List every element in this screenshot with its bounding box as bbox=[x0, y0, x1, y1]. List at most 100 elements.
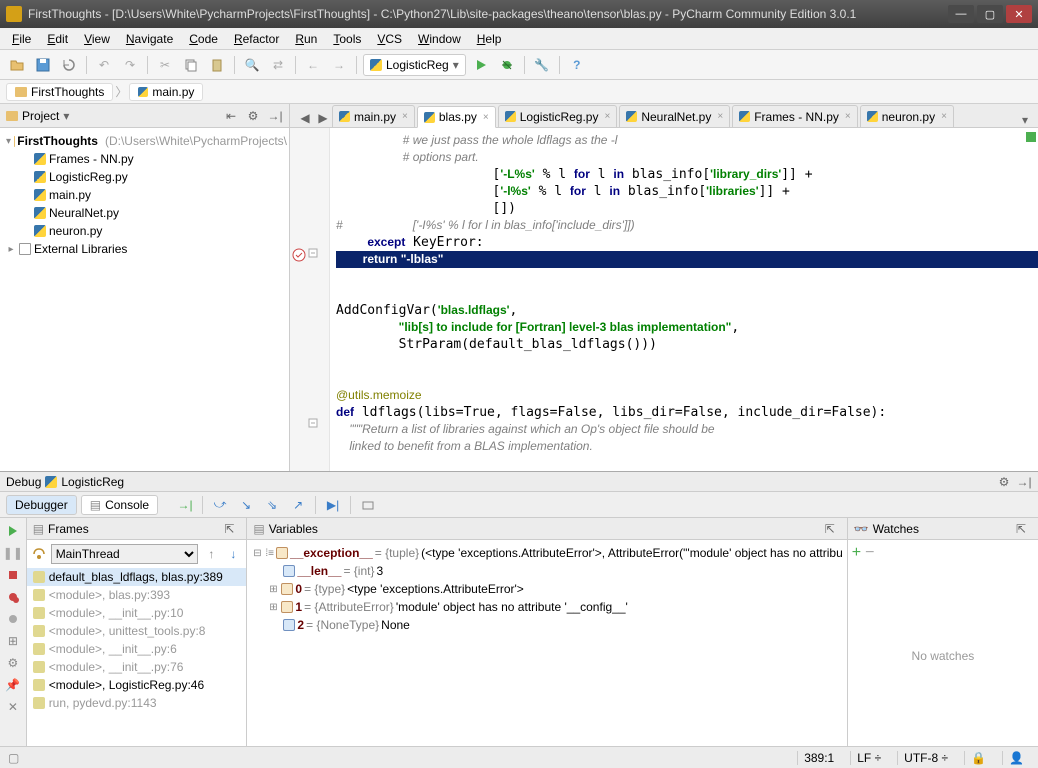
resume-icon[interactable] bbox=[4, 522, 22, 540]
frame-row[interactable]: <module>, __init__.py:76 bbox=[27, 658, 247, 676]
frame-list[interactable]: default_blas_ldflags, blas.py:389 <modul… bbox=[27, 568, 247, 746]
close-tab-icon[interactable]: × bbox=[483, 112, 489, 123]
tree-file[interactable]: neuron.py bbox=[2, 222, 287, 240]
step-out-icon[interactable]: ↗ bbox=[287, 494, 309, 516]
var-row[interactable]: __len__ = {int} 3 bbox=[251, 562, 842, 580]
close-tab-icon[interactable]: × bbox=[402, 111, 408, 122]
tree-file[interactable]: LogisticReg.py bbox=[2, 168, 287, 186]
menu-code[interactable]: Code bbox=[181, 30, 226, 48]
thread-selector[interactable]: MainThread bbox=[51, 544, 199, 564]
cursor-position[interactable]: 389:1 bbox=[797, 751, 840, 765]
frame-row[interactable]: default_blas_ldflags, blas.py:389 bbox=[27, 568, 247, 586]
back-icon[interactable]: ← bbox=[302, 54, 324, 76]
open-icon[interactable] bbox=[6, 54, 28, 76]
editor-tab[interactable]: LogisticReg.py× bbox=[498, 105, 618, 127]
fold-icon[interactable] bbox=[308, 248, 322, 262]
editor-tab[interactable]: Frames - NN.py× bbox=[732, 105, 858, 127]
menu-vcs[interactable]: VCS bbox=[369, 30, 410, 48]
restore-icon[interactable]: ⇱ bbox=[825, 522, 841, 536]
frame-down-icon[interactable]: ↓ bbox=[224, 545, 242, 563]
status-hide-icon[interactable]: ▢ bbox=[8, 751, 19, 765]
menu-navigate[interactable]: Navigate bbox=[118, 30, 181, 48]
step-into-mycode-icon[interactable]: ⇘ bbox=[261, 494, 283, 516]
editor-tab[interactable]: blas.py× bbox=[417, 106, 496, 128]
run-to-cursor-icon[interactable]: ▶| bbox=[322, 494, 344, 516]
tab-nav-left-icon[interactable]: ◀ bbox=[296, 109, 314, 127]
gear-icon[interactable]: ⚙ bbox=[245, 108, 261, 124]
sync-icon[interactable] bbox=[58, 54, 80, 76]
expand-icon[interactable]: ⊟ bbox=[251, 548, 263, 559]
menu-view[interactable]: View bbox=[76, 30, 118, 48]
forward-icon[interactable]: → bbox=[328, 54, 350, 76]
close-tab-icon[interactable]: × bbox=[941, 111, 947, 122]
find-icon[interactable]: 🔍 bbox=[241, 54, 263, 76]
editor-gutter[interactable] bbox=[290, 128, 330, 471]
line-ending[interactable]: LF ÷ bbox=[850, 751, 887, 765]
tree-file[interactable]: NeuralNet.py bbox=[2, 204, 287, 222]
expand-icon[interactable]: ⊞ bbox=[267, 584, 279, 595]
menu-help[interactable]: Help bbox=[469, 30, 510, 48]
remove-watch-icon[interactable]: − bbox=[865, 544, 874, 562]
close-icon[interactable]: ✕ bbox=[4, 698, 22, 716]
evaluate-icon[interactable] bbox=[357, 494, 379, 516]
pause-icon[interactable]: ❚❚ bbox=[4, 544, 22, 562]
restore-icon[interactable]: ⇱ bbox=[1016, 522, 1032, 536]
editor-tab[interactable]: main.py× bbox=[332, 105, 415, 127]
editor-tab[interactable]: NeuralNet.py× bbox=[619, 105, 730, 127]
breadcrumb-file[interactable]: main.py bbox=[129, 83, 203, 101]
hide-icon[interactable]: →| bbox=[1016, 474, 1032, 490]
cut-icon[interactable]: ✂ bbox=[154, 54, 176, 76]
replace-icon[interactable]: ⇄ bbox=[267, 54, 289, 76]
var-row[interactable]: ⊟⁞≡ __exception__ = {tuple} (<type 'exce… bbox=[251, 544, 842, 562]
frame-up-icon[interactable]: ↑ bbox=[202, 545, 220, 563]
expand-icon[interactable]: ⊞ bbox=[267, 602, 279, 613]
copy-icon[interactable] bbox=[180, 54, 202, 76]
menu-edit[interactable]: Edit bbox=[39, 30, 76, 48]
redo-icon[interactable]: ↷ bbox=[119, 54, 141, 76]
tree-external-libs[interactable]: ▸ External Libraries bbox=[2, 240, 287, 258]
tab-dropdown-icon[interactable]: ▾ bbox=[1018, 113, 1032, 127]
undo-icon[interactable]: ↶ bbox=[93, 54, 115, 76]
var-row[interactable]: ⊞ 1 = {AttributeError} 'module' object h… bbox=[251, 598, 842, 616]
close-tab-icon[interactable]: × bbox=[845, 111, 851, 122]
restore-icon[interactable]: ⇱ bbox=[224, 522, 240, 536]
file-encoding[interactable]: UTF-8 ÷ bbox=[897, 751, 954, 765]
view-breakpoints-icon[interactable] bbox=[4, 588, 22, 606]
save-icon[interactable] bbox=[32, 54, 54, 76]
editor-tab[interactable]: neuron.py× bbox=[860, 105, 954, 127]
var-row[interactable]: 2 = {NoneType} None bbox=[251, 616, 842, 634]
minimize-button[interactable]: — bbox=[948, 5, 974, 23]
breadcrumb-project[interactable]: FirstThoughts bbox=[6, 83, 113, 101]
show-execution-point-icon[interactable]: →| bbox=[174, 494, 196, 516]
project-tree[interactable]: ▾ FirstThoughts (D:\Users\White\PycharmP… bbox=[0, 128, 289, 471]
tree-file[interactable]: Frames - NN.py bbox=[2, 150, 287, 168]
frame-row[interactable]: <module>, LogisticReg.py:46 bbox=[27, 676, 247, 694]
step-into-icon[interactable]: ↘ bbox=[235, 494, 257, 516]
fold-icon[interactable] bbox=[308, 418, 322, 432]
mute-breakpoints-icon[interactable] bbox=[4, 610, 22, 628]
pin-icon[interactable]: 📌 bbox=[4, 676, 22, 694]
frame-row[interactable]: <module>, unittest_tools.py:8 bbox=[27, 622, 247, 640]
restore-layout-icon[interactable]: ⊞ bbox=[4, 632, 22, 650]
debugger-tab[interactable]: Debugger bbox=[6, 495, 77, 515]
help-icon[interactable]: ? bbox=[566, 54, 588, 76]
menu-window[interactable]: Window bbox=[410, 30, 469, 48]
readonly-lock-icon[interactable]: 🔒 bbox=[964, 751, 992, 765]
variables-list[interactable]: ⊟⁞≡ __exception__ = {tuple} (<type 'exce… bbox=[247, 540, 846, 746]
collapse-icon[interactable]: ⇤ bbox=[223, 108, 239, 124]
tree-project-root[interactable]: ▾ FirstThoughts (D:\Users\White\PycharmP… bbox=[2, 132, 287, 150]
step-over-icon[interactable]: ⤻ bbox=[209, 494, 231, 516]
close-button[interactable]: ✕ bbox=[1006, 5, 1032, 23]
console-tab[interactable]: ▤Console bbox=[81, 495, 158, 515]
menu-refactor[interactable]: Refactor bbox=[226, 30, 287, 48]
menu-file[interactable]: File bbox=[4, 30, 39, 48]
settings-icon[interactable]: 🔧 bbox=[531, 54, 553, 76]
gear-icon[interactable]: ⚙ bbox=[996, 474, 1012, 490]
maximize-button[interactable]: ▢ bbox=[977, 5, 1003, 23]
frame-row[interactable]: <module>, __init__.py:10 bbox=[27, 604, 247, 622]
frame-row[interactable]: <module>, __init__.py:6 bbox=[27, 640, 247, 658]
frame-row[interactable]: run, pydevd.py:1143 bbox=[27, 694, 247, 712]
stop-icon[interactable] bbox=[4, 566, 22, 584]
close-tab-icon[interactable]: × bbox=[604, 111, 610, 122]
menu-run[interactable]: Run bbox=[287, 30, 325, 48]
